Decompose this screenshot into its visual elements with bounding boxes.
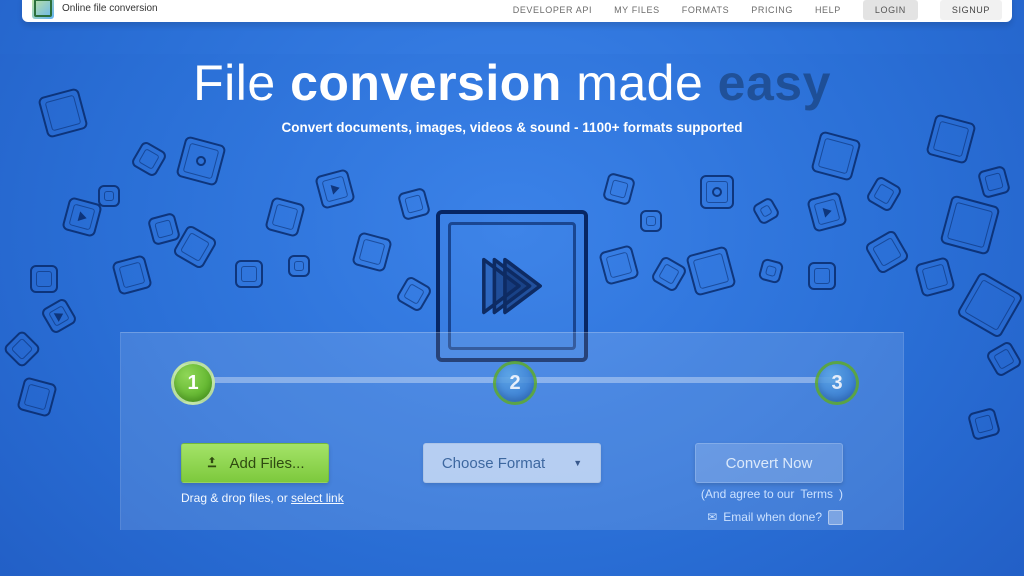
convert-now-button[interactable]: Convert Now <box>695 443 843 483</box>
brand-tagline: Online file conversion <box>62 3 158 14</box>
doodle-play-icon <box>61 196 103 238</box>
doodle-tile-icon <box>2 329 42 369</box>
doodle-tile-icon <box>808 262 836 290</box>
mail-icon: ✉ <box>707 506 717 529</box>
hero-title-part-1: File <box>193 55 290 111</box>
doodle-disc-icon <box>700 175 734 209</box>
hero-title-part-4: easy <box>718 55 831 111</box>
doodle-image-icon <box>810 130 861 181</box>
step-2-number: 2 <box>509 372 520 395</box>
col-convert: Convert Now (And agree to our Terms) ✉ E… <box>649 443 843 529</box>
col-format: Choose Format ▼ <box>415 443 609 529</box>
fast-forward-icon <box>468 242 556 330</box>
nav-developer-api[interactable]: DEVELOPER API <box>513 5 592 15</box>
hero-title: File conversion made easy <box>0 54 1024 112</box>
email-when-done-line: ✉ Email when done? <box>649 506 843 529</box>
agree-prefix: (And agree to our <box>701 483 794 506</box>
add-files-label: Add Files... <box>229 455 304 472</box>
step-2[interactable]: 2 <box>493 361 537 405</box>
brand-logo-icon <box>32 0 54 19</box>
brand: Online file conversion <box>32 0 158 20</box>
doodle-tile-icon <box>985 340 1023 378</box>
choose-format-label: Choose Format <box>442 455 545 472</box>
chevron-down-icon: ▼ <box>573 458 582 468</box>
doodle-mp3-icon <box>172 224 218 270</box>
step-1[interactable]: 1 <box>171 361 215 405</box>
top-nav: Online file conversion DEVELOPER API MY … <box>22 0 1012 22</box>
doodle-play-icon <box>40 297 78 335</box>
terms-link[interactable]: Terms <box>800 483 833 506</box>
controls-row: Add Files... Drag & drop files, or selec… <box>181 443 843 529</box>
doodle-tile-icon <box>351 231 393 273</box>
doodle-tile-icon <box>16 376 58 418</box>
drag-drop-text: Drag & drop files, or <box>181 491 291 505</box>
col-add: Add Files... Drag & drop files, or selec… <box>181 443 375 529</box>
doodle-tile-icon <box>598 244 640 286</box>
step-3-number: 3 <box>831 372 842 395</box>
conversion-panel: 1 2 3 Add Files... Drag & drop files, or… <box>120 332 904 530</box>
doodle-tile-icon <box>977 165 1011 199</box>
nav-my-files[interactable]: MY FILES <box>614 5 660 15</box>
doodle-tile-icon <box>751 196 781 226</box>
doodle-pencil-icon <box>130 140 168 178</box>
doodle-laptop-icon <box>956 271 1024 339</box>
nav-formats[interactable]: FORMATS <box>682 5 730 15</box>
nav-help[interactable]: HELP <box>815 5 841 15</box>
doodle-disc-icon <box>175 135 226 186</box>
doodle-tile-icon <box>865 175 903 213</box>
doodle-tile-icon <box>640 210 662 232</box>
nav-links: DEVELOPER API MY FILES FORMATS PRICING H… <box>513 0 1002 20</box>
doodle-wrench-icon <box>264 196 306 238</box>
step-1-number: 1 <box>187 372 198 395</box>
doodle-copy-icon <box>685 245 736 296</box>
doodle-tile-icon <box>650 255 688 293</box>
doodle-tile-icon <box>395 275 433 313</box>
doodle-tile-icon <box>758 258 785 285</box>
doodle-tile-icon <box>602 172 636 206</box>
drag-drop-hint: Drag & drop files, or select link <box>181 491 375 505</box>
hero-title-part-3: made <box>562 55 718 111</box>
add-files-button[interactable]: Add Files... <box>181 443 329 483</box>
login-button[interactable]: LOGIN <box>863 0 918 20</box>
nav-pricing[interactable]: PRICING <box>751 5 793 15</box>
agree-suffix: ) <box>839 483 843 506</box>
hero: File conversion made easy Convert docume… <box>0 54 1024 135</box>
doodle-tile-icon <box>111 254 153 296</box>
hero-title-part-2: conversion <box>290 55 562 111</box>
convert-now-label: Convert Now <box>726 455 813 472</box>
convert-hints: (And agree to our Terms) ✉ Email when do… <box>649 483 843 529</box>
signup-button[interactable]: SIGNUP <box>940 0 1002 20</box>
doodle-play-icon <box>806 191 848 233</box>
doodle-tile-icon <box>30 265 58 293</box>
doodle-tile-icon <box>235 260 263 288</box>
doodle-tile-icon <box>98 185 120 207</box>
choose-format-select[interactable]: Choose Format ▼ <box>423 443 601 483</box>
doodle-tile-icon <box>288 255 310 277</box>
upload-icon <box>205 455 219 472</box>
email-when-done-checkbox[interactable] <box>828 510 843 525</box>
doodle-tile-icon <box>147 212 181 246</box>
select-link[interactable]: select link <box>291 491 344 505</box>
doodle-tile-icon <box>397 187 431 221</box>
step-track: 1 2 3 <box>181 361 843 417</box>
doodle-tile-icon <box>914 256 956 298</box>
doodle-tile-icon <box>864 229 910 275</box>
agree-terms-line: (And agree to our Terms) <box>649 483 843 506</box>
step-3[interactable]: 3 <box>815 361 859 405</box>
doodle-play-icon <box>314 168 356 210</box>
email-when-done-label: Email when done? <box>723 506 822 529</box>
doodle-tile-icon <box>967 407 1001 441</box>
doodle-image-icon <box>939 194 1000 255</box>
hero-subtitle: Convert documents, images, videos & soun… <box>0 120 1024 135</box>
